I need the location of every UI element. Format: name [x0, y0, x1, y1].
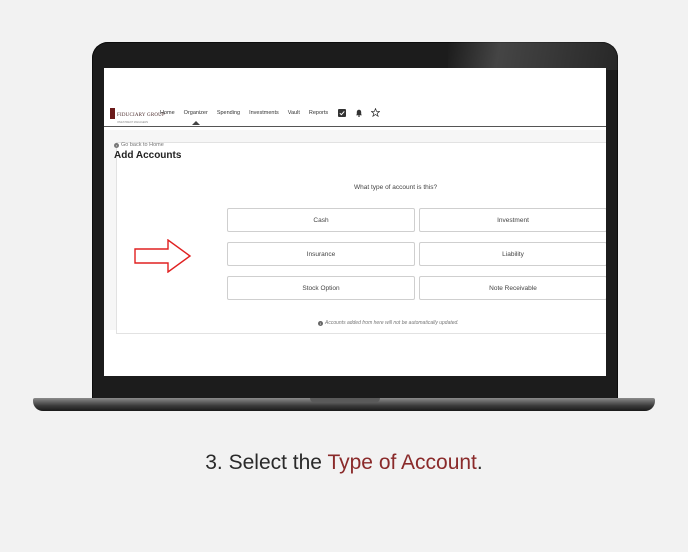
nav-items: Home Organizer Spending Investments Vaul…: [160, 108, 388, 125]
account-type-note-receivable-button[interactable]: Note Receivable: [419, 276, 606, 300]
back-arrow-icon: ‹: [114, 142, 119, 148]
caption-highlight: Type of Account: [327, 451, 477, 474]
account-type-insurance-button[interactable]: Insurance: [227, 242, 415, 266]
nav-item-reports[interactable]: Reports: [309, 110, 328, 116]
checkbox-icon[interactable]: [337, 108, 346, 117]
account-type-question: What type of account is this?: [354, 184, 438, 191]
page-title: Add Accounts: [114, 150, 182, 161]
bell-icon[interactable]: [354, 108, 363, 117]
logo-subtext: INVESTMENT MANAGERS: [117, 121, 149, 124]
account-type-cash-button[interactable]: Cash: [227, 208, 415, 232]
account-type-stock-option-button[interactable]: Stock Option: [227, 276, 415, 300]
caption-prefix: 3. Select the: [205, 451, 328, 474]
back-link-label: Go back to Home: [121, 142, 164, 148]
brand-logo[interactable]: FIDUCIARY GROUP INVESTMENT MANAGERS: [110, 107, 165, 124]
caption-suffix: .: [476, 451, 483, 474]
nav-item-organizer[interactable]: Organizer: [184, 110, 208, 125]
add-accounts-panel: [116, 142, 606, 334]
info-icon: i: [318, 320, 323, 326]
step-caption: 3. Select the Type of Account.: [0, 451, 688, 475]
back-link[interactable]: ‹ Go back to Home: [114, 142, 164, 148]
red-arrow-icon: [134, 239, 192, 273]
nav-item-vault[interactable]: Vault: [288, 110, 300, 116]
laptop-screen: FIDUCIARY GROUP INVESTMENT MANAGERS Home…: [104, 68, 606, 376]
laptop-base-notch: [310, 398, 380, 403]
nav-item-home[interactable]: Home: [160, 110, 175, 116]
auto-update-note-text: Accounts added from here will not be aut…: [325, 320, 459, 326]
nav-item-spending[interactable]: Spending: [217, 110, 240, 116]
auto-update-note: i Accounts added from here will not be a…: [318, 320, 459, 326]
logo-text: FIDUCIARY GROUP: [117, 113, 165, 118]
nav-item-investments[interactable]: Investments: [249, 110, 279, 116]
account-type-liability-button[interactable]: Liability: [419, 242, 606, 266]
top-nav: FIDUCIARY GROUP INVESTMENT MANAGERS Home…: [104, 68, 606, 127]
star-icon[interactable]: [371, 108, 381, 117]
logo-mark-icon: [110, 108, 115, 119]
laptop-frame: FIDUCIARY GROUP INVESTMENT MANAGERS Home…: [92, 42, 618, 399]
account-type-investment-button[interactable]: Investment: [419, 208, 606, 232]
lid-sheen: [448, 42, 618, 70]
